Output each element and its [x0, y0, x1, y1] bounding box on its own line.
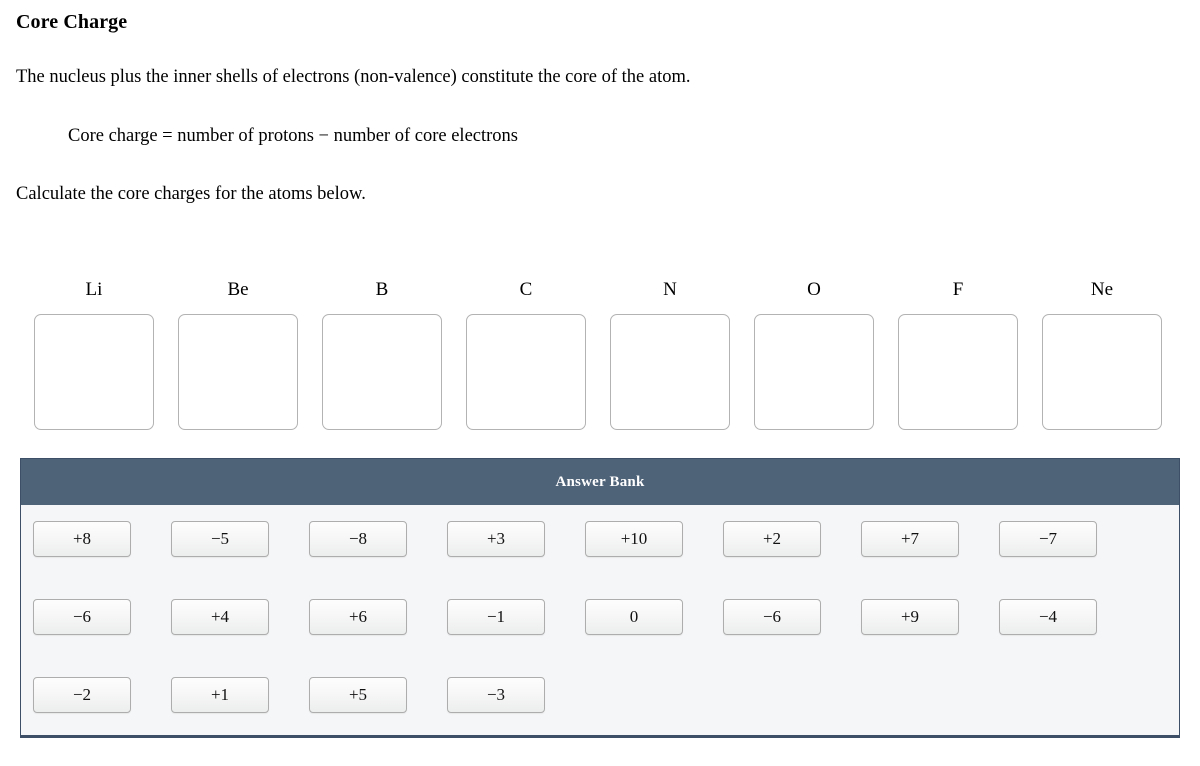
- answer-drop-zone-b[interactable]: [322, 314, 442, 430]
- answer-tile[interactable]: +8: [33, 521, 131, 557]
- prose-block: Core Charge The nucleus plus the inner s…: [0, 0, 1200, 204]
- instruction-paragraph: Calculate the core charges for the atoms…: [16, 184, 366, 204]
- answer-drop-zone-be[interactable]: [178, 314, 298, 430]
- answer-bank-header: Answer Bank: [21, 459, 1179, 505]
- element-symbol-label: F: [952, 278, 964, 300]
- element-column: Li: [33, 278, 155, 430]
- element-symbol-label: Ne: [1090, 278, 1114, 300]
- answer-tile[interactable]: −2: [33, 677, 131, 713]
- answer-bank-row: −2 +1 +5 −3: [33, 677, 1179, 713]
- answer-tile[interactable]: +7: [861, 521, 959, 557]
- answer-tile[interactable]: 0: [585, 599, 683, 635]
- page-title: Core Charge: [16, 11, 128, 33]
- element-column: B: [321, 278, 443, 430]
- element-symbol-label: N: [663, 278, 677, 300]
- element-symbol-label: B: [375, 278, 389, 300]
- answer-tile[interactable]: +3: [447, 521, 545, 557]
- element-symbol-label: O: [807, 278, 821, 300]
- answer-tile[interactable]: −1: [447, 599, 545, 635]
- answer-tile[interactable]: +4: [171, 599, 269, 635]
- element-symbol-label: Be: [227, 278, 249, 300]
- answer-tile[interactable]: −3: [447, 677, 545, 713]
- answer-bank-body: +8 −5 −8 +3 +10 +2 +7 −7 −6 +4 +6 −1 0 −6 +9 −4 −2 +1 +5 −3: [21, 505, 1179, 735]
- answer-tile[interactable]: −4: [999, 599, 1097, 635]
- answer-tile[interactable]: +6: [309, 599, 407, 635]
- element-column: C: [465, 278, 587, 430]
- element-column: O: [753, 278, 875, 430]
- answer-tile[interactable]: −6: [33, 599, 131, 635]
- answer-drop-zone-c[interactable]: [466, 314, 586, 430]
- core-charge-formula: Core charge = number of protons − number…: [68, 125, 518, 146]
- answer-bank-row: −6 +4 +6 −1 0 −6 +9 −4: [33, 599, 1179, 635]
- answer-tile[interactable]: +1: [171, 677, 269, 713]
- answer-drop-zone-ne[interactable]: [1042, 314, 1162, 430]
- answer-bank: Answer Bank +8 −5 −8 +3 +10 +2 +7 −7 −6 +4 +6 −1 0 −6…: [20, 458, 1180, 738]
- element-drop-zone-row: Li Be B C N O F Ne: [33, 278, 1173, 430]
- answer-tile[interactable]: +10: [585, 521, 683, 557]
- element-column: Be: [177, 278, 299, 430]
- element-column: F: [897, 278, 1019, 430]
- element-symbol-label: Li: [85, 278, 103, 300]
- answer-tile[interactable]: −7: [999, 521, 1097, 557]
- element-column: Ne: [1041, 278, 1163, 430]
- answer-drop-zone-f[interactable]: [898, 314, 1018, 430]
- element-column: N: [609, 278, 731, 430]
- answer-drop-zone-li[interactable]: [34, 314, 154, 430]
- answer-bank-row: +8 −5 −8 +3 +10 +2 +7 −7: [33, 521, 1179, 557]
- answer-tile[interactable]: +2: [723, 521, 821, 557]
- intro-paragraph: The nucleus plus the inner shells of ele…: [16, 67, 691, 87]
- answer-tile[interactable]: −6: [723, 599, 821, 635]
- answer-tile[interactable]: −5: [171, 521, 269, 557]
- answer-tile[interactable]: −8: [309, 521, 407, 557]
- answer-drop-zone-o[interactable]: [754, 314, 874, 430]
- answer-tile[interactable]: +5: [309, 677, 407, 713]
- answer-drop-zone-n[interactable]: [610, 314, 730, 430]
- answer-tile[interactable]: +9: [861, 599, 959, 635]
- element-symbol-label: C: [519, 278, 533, 300]
